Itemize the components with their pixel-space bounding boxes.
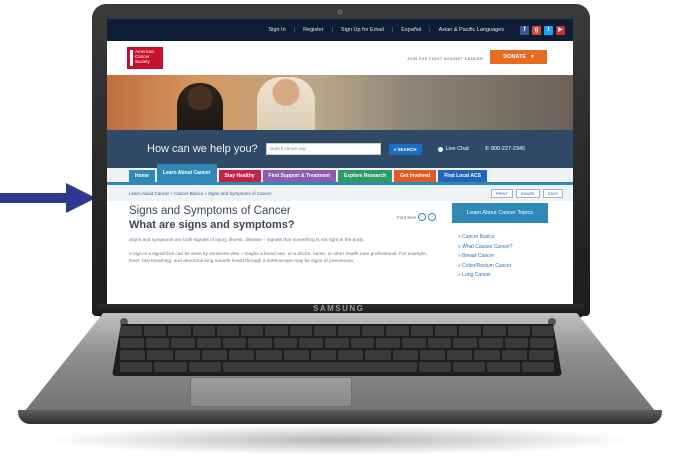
search-prompt: How can we help you? xyxy=(147,143,258,155)
nav-find-local-acs[interactable]: Find Local ACS xyxy=(438,170,487,182)
font-smaller-icon[interactable]: − xyxy=(418,213,427,221)
main-content: Signs and Symptoms of Cancer Font Size −… xyxy=(129,205,439,266)
hero-person-right xyxy=(257,77,315,130)
sign-in-link[interactable]: Sign In xyxy=(269,27,286,33)
content-area: Signs and Symptoms of Cancer Font Size −… xyxy=(107,201,573,304)
sidebar-item-colon-cancer[interactable]: » Colon/Rectum Cancer xyxy=(458,262,548,272)
font-size-control: Font Size − + xyxy=(397,213,437,221)
live-chat-link[interactable]: Live Chat xyxy=(437,146,469,152)
sidebar-item-breast-cancer[interactable]: » Breast Cancer xyxy=(458,252,548,262)
twitter-icon[interactable]: t xyxy=(544,25,553,35)
sidebar: Learn About Cancer Topics » Cancer Basic… xyxy=(452,203,548,281)
espanol-link[interactable]: Español xyxy=(401,27,421,33)
sidebar-heading: Learn About Cancer Topics xyxy=(452,203,548,223)
main-nav: Home Learn About Cancer Stay Healthy Fin… xyxy=(107,164,573,185)
nav-home[interactable]: Home xyxy=(129,170,155,182)
hero-person-left xyxy=(177,83,223,130)
webcam-icon xyxy=(337,9,343,15)
laptop-screen: Sign In | Register | Sign Up for Email |… xyxy=(107,19,573,304)
sidebar-item-cancer-basics[interactable]: » Cancer Basics xyxy=(458,233,548,243)
utility-bar: Sign In | Register | Sign Up for Email |… xyxy=(107,19,573,41)
breadcrumb-text[interactable]: Learn About Cancer » Cancer Basics » Sig… xyxy=(129,191,271,196)
page-tools: PRINT SHARE SAVE xyxy=(490,188,563,198)
phone-icon: ✆ xyxy=(484,146,490,152)
search-button[interactable]: ⌕ SEARCH xyxy=(388,143,422,155)
search-icon: ⌕ xyxy=(393,146,397,152)
laptop-brand: SAMSUNG xyxy=(313,304,365,313)
laptop-shadow xyxy=(40,425,640,455)
chat-icon xyxy=(437,146,443,152)
acs-logo[interactable]: American Cancer Society xyxy=(127,47,163,69)
breadcrumb: Learn About Cancer » Cancer Basics » Sig… xyxy=(107,185,573,201)
share-button[interactable]: SHARE xyxy=(515,188,540,198)
site-header: American Cancer Society JOIN THE FIGHT A… xyxy=(107,41,573,75)
nav-explore-research[interactable]: Explore Research xyxy=(337,170,393,182)
search-band: How can we help you? search cancer.org ⌕… xyxy=(107,130,573,168)
nav-find-support[interactable]: Find Support & Treatment xyxy=(262,170,336,182)
facebook-icon[interactable]: f xyxy=(520,25,529,35)
hero-image xyxy=(107,75,573,130)
nav-stay-healthy[interactable]: Stay Healthy xyxy=(218,170,261,182)
page-title: Signs and Symptoms of Cancer xyxy=(129,205,291,217)
font-larger-icon[interactable]: + xyxy=(428,213,437,221)
email-signup-link[interactable]: Sign Up for Email xyxy=(341,27,384,33)
social-icons: f g t ▶ xyxy=(520,25,565,35)
touchpad xyxy=(190,377,352,407)
paragraph: Signs and symptoms are both signals of i… xyxy=(129,238,364,243)
asian-languages-link[interactable]: Asian & Pacific Languages xyxy=(439,27,504,33)
nav-get-involved[interactable]: Get Involved xyxy=(394,170,437,182)
arrow-icon xyxy=(0,183,96,213)
keyboard xyxy=(112,324,562,376)
tagline: JOIN THE FIGHT AGAINST CANCER xyxy=(407,56,484,61)
register-link[interactable]: Register xyxy=(303,27,323,33)
laptop-base-edge xyxy=(18,410,662,424)
sidebar-list: » Cancer Basics » What Causes Cancer? » … xyxy=(452,223,548,281)
paragraph: A sign is a signal that can be seen by s… xyxy=(129,251,428,265)
save-button[interactable]: SAVE xyxy=(542,188,563,198)
print-button[interactable]: PRINT xyxy=(490,188,513,198)
youtube-icon[interactable]: ▶ xyxy=(556,25,565,35)
sidebar-item-causes[interactable]: » What Causes Cancer? xyxy=(458,243,548,253)
nav-learn-about-cancer[interactable]: Learn About Cancer xyxy=(156,164,217,182)
search-input[interactable]: search cancer.org xyxy=(265,143,381,155)
sidebar-item-lung-cancer[interactable]: » Lung Cancer xyxy=(458,271,548,281)
donate-button[interactable]: DONATE ▾ xyxy=(490,50,547,64)
chevron-down-icon: ▾ xyxy=(531,54,534,60)
phone-number[interactable]: ✆ 800-227-2345 xyxy=(485,146,525,152)
section-heading: What are signs and symptoms? xyxy=(129,219,295,231)
google-plus-icon[interactable]: g xyxy=(532,25,541,35)
